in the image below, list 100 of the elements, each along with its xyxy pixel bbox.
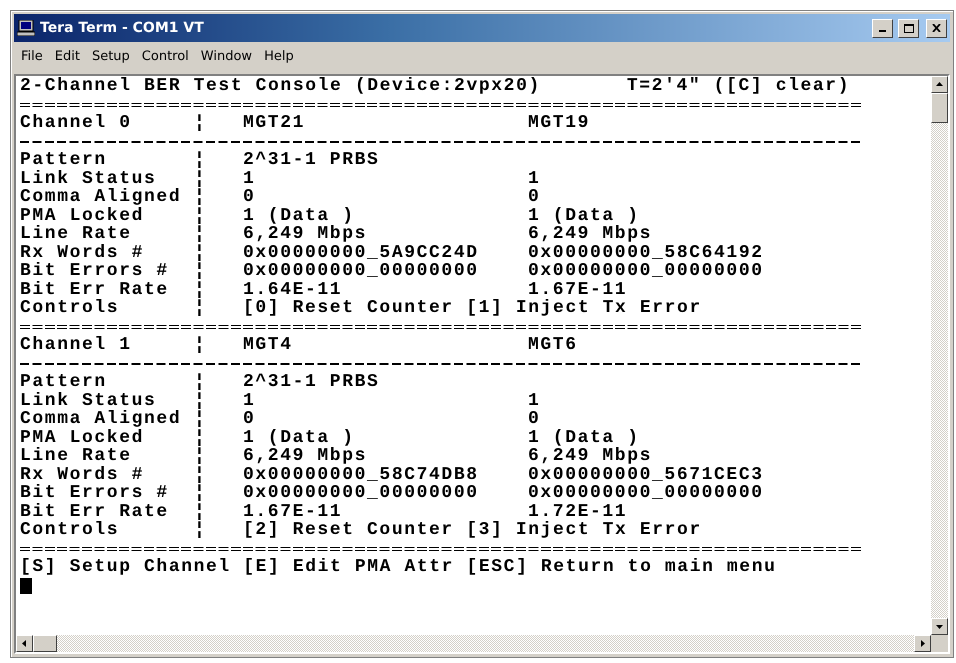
scroll-left-button[interactable] [16, 635, 33, 652]
lane-name: MGT4 [243, 336, 294, 354]
field-value: 0x00000000_58C74DB8 [243, 466, 480, 484]
resize-grip[interactable] [931, 635, 948, 652]
separator-mark: ¦ [194, 206, 208, 225]
field-label: Comma Aligned [20, 188, 182, 206]
window-title: Tera Term - COM1 VT [40, 20, 205, 36]
separator-mark: ¦ [194, 521, 208, 540]
field-value: 1 (Data ) [243, 206, 355, 225]
field-value: 0x00000000_5671CEC3 [528, 466, 765, 484]
field-value: 6,249 Mbps [528, 447, 654, 466]
separator-mark: ¦ [194, 502, 208, 521]
field-value: 0x00000000_00000000 [243, 484, 480, 502]
field-value: 1.67E-11 [528, 280, 628, 299]
menu-item[interactable]: Edit [50, 48, 85, 65]
field-label: Bit Errors # [20, 262, 170, 280]
field-value: 1 (Data ) [528, 206, 640, 225]
text-cursor [20, 578, 32, 594]
lane-name: MGT21 [243, 114, 306, 132]
separator-mark: ¦ [194, 392, 208, 410]
field-value: [0] Reset Counter [1] Inject Tx Error [243, 299, 703, 318]
field-value: 0 [243, 188, 256, 206]
close-icon [932, 24, 941, 32]
field-value: 6,249 Mbps [528, 225, 654, 244]
field-value: 6,249 Mbps [243, 225, 368, 244]
separator-mark: ¦ [194, 225, 208, 244]
separator-mark: ¦ [194, 280, 208, 299]
separator-mark: ¦ [194, 114, 208, 132]
field-value: 0x00000000_00000000 [528, 484, 765, 502]
terminal-icon [17, 20, 35, 36]
field-label: Pattern [20, 151, 108, 170]
lane-name: MGT6 [528, 336, 579, 354]
separator-mark: ¦ [194, 466, 208, 484]
scroll-thumb[interactable] [33, 635, 57, 652]
separator-mark: ¦ [194, 428, 208, 447]
menu-item[interactable]: Help [259, 48, 299, 65]
minimize-button[interactable] [872, 18, 893, 38]
lane-name: MGT19 [528, 114, 592, 132]
separator-mark: ¦ [194, 262, 208, 280]
channel-label: Channel 1 [20, 336, 133, 354]
field-value: 0 [528, 188, 542, 206]
console-title: 2-Channel BER Test Console (Device:2vpx20) [20, 77, 541, 96]
vertical-scrollbar[interactable] [931, 76, 948, 635]
left-arrow-icon [21, 640, 28, 647]
separator-mark: ¦ [194, 151, 208, 170]
field-label: Controls [20, 299, 120, 318]
separator-mark: ¦ [194, 447, 208, 466]
maximize-icon [904, 24, 914, 32]
menu-item[interactable]: File [16, 48, 48, 65]
field-value: 0 [528, 410, 542, 428]
separator-mark: ¦ [194, 170, 208, 188]
separator-mark: ¦ [194, 373, 208, 392]
field-label: Pattern [20, 373, 108, 392]
scroll-right-button[interactable] [914, 635, 931, 652]
separator-mark: ¦ [194, 188, 208, 206]
menu-item[interactable]: Window [196, 48, 258, 65]
channel-label: Channel 0 [20, 114, 133, 132]
field-value: 2^31-1 PRBS [243, 151, 380, 170]
field-value: 0x00000000_00000000 [528, 262, 765, 280]
field-value: 6,249 Mbps [243, 447, 368, 466]
field-label: Line Rate [20, 447, 133, 466]
horizontal-scrollbar[interactable] [16, 635, 931, 652]
separator-mark: ¦ [194, 299, 208, 318]
maximize-button[interactable] [898, 18, 919, 38]
field-value: 1 (Data ) [528, 428, 640, 447]
scroll-thumb[interactable] [931, 93, 948, 123]
right-arrow-icon [919, 640, 926, 647]
field-label: Comma Aligned [20, 410, 182, 428]
field-value: 0x00000000_58C64192 [528, 244, 765, 262]
field-label: Link Status [20, 392, 156, 410]
menu-item[interactable]: Control [136, 48, 194, 65]
menu-item[interactable]: Setup [86, 48, 135, 65]
field-label: Bit Err Rate [20, 280, 170, 299]
separator-mark: ¦ [194, 336, 208, 354]
timer-text: T=2'4" ([C] clear) [626, 77, 850, 96]
field-label: Link Status [20, 170, 156, 188]
close-button[interactable] [926, 18, 947, 38]
field-label: Bit Errors # [20, 484, 170, 502]
up-arrow-icon [936, 81, 943, 88]
field-value: 1.67E-11 [243, 502, 344, 521]
field-value: 1.64E-11 [243, 280, 344, 299]
footer-text: [S] Setup Channel [E] Edit PMA Attr [ESC] Return to main menu [20, 558, 777, 576]
field-value: 0x00000000_5A9CC24D [243, 244, 480, 262]
field-label: Line Rate [20, 225, 133, 244]
field-value: 2^31-1 PRBS [243, 373, 380, 392]
field-label: Rx Words # [20, 466, 146, 484]
scroll-down-button[interactable] [931, 618, 948, 635]
field-value: 1.72E-11 [528, 502, 628, 521]
field-value: 1 [243, 392, 256, 410]
field-value: 1 [528, 170, 542, 188]
field-value: 0x00000000_00000000 [243, 262, 480, 280]
separator-mark: ¦ [194, 410, 208, 428]
field-value: 0 [243, 410, 256, 428]
field-value: [2] Reset Counter [3] Inject Tx Error [243, 521, 703, 540]
separator-mark: ¦ [194, 484, 208, 502]
field-label: Rx Words # [20, 244, 146, 262]
scroll-up-button[interactable] [931, 76, 948, 93]
down-arrow-icon [936, 623, 943, 630]
field-value: 1 [528, 392, 542, 410]
separator-mark: ¦ [194, 244, 208, 262]
